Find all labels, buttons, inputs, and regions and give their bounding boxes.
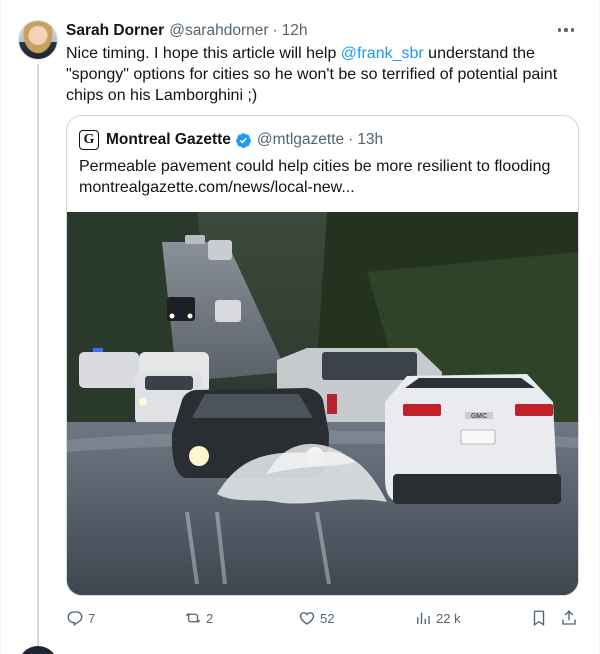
author-handle[interactable]: @sarahdorner	[169, 22, 268, 40]
retweet-icon	[185, 613, 201, 623]
thread-connector-line	[37, 64, 39, 654]
views-count: 22 k	[436, 610, 461, 626]
reply-button[interactable]: 7	[66, 607, 95, 629]
timeline-border-left	[0, 0, 1, 654]
share-button[interactable]	[560, 607, 578, 629]
separator-dot: ·	[272, 22, 278, 39]
tweet-header: Sarah Dorner @sarahdorner · 12h	[66, 20, 308, 42]
quoted-author-handle: @mtlgazette	[256, 131, 345, 148]
separator-dot: ·	[348, 131, 354, 148]
vehicle-badge: GMC	[471, 413, 487, 420]
mention-link[interactable]: @frank_sbr	[341, 45, 424, 62]
reply-count: 7	[88, 610, 96, 626]
tweet-text-before: Nice timing. I hope this article will he…	[66, 45, 341, 62]
like-icon	[299, 612, 315, 625]
share-icon	[562, 610, 576, 625]
like-button[interactable]: 52	[298, 607, 334, 629]
views-button[interactable]: 22 k	[414, 607, 461, 629]
retweet-count: 2	[206, 610, 214, 626]
quoted-tweet-card[interactable]: G Montreal Gazette @mtlgazette · 13h Per…	[66, 115, 579, 596]
flooded-road-photo[interactable]: GMC	[67, 212, 578, 595]
retweet-button[interactable]: 2	[184, 607, 213, 629]
bookmark-icon	[533, 610, 545, 627]
like-count: 52	[320, 610, 335, 626]
quoted-author-name: Montreal Gazette	[106, 131, 231, 148]
views-icon	[417, 612, 430, 624]
bookmark-button[interactable]	[530, 607, 548, 629]
author-name[interactable]: Sarah Dorner	[66, 22, 164, 40]
tweet-text: Nice timing. I hope this article will he…	[66, 43, 571, 106]
tweet-time[interactable]: 12h	[282, 22, 308, 40]
tweet-actions: 7 2 52 22 k	[66, 607, 580, 629]
avatar[interactable]	[18, 20, 58, 60]
next-tweet-avatar[interactable]	[18, 646, 58, 654]
reply-icon	[67, 611, 83, 627]
more-icon[interactable]	[554, 20, 578, 40]
quoted-headline: Permeable pavement could help cities be …	[79, 158, 551, 175]
gazette-logo-icon: G	[79, 130, 99, 150]
quoted-tweet-text: Permeable pavement could help cities be …	[79, 156, 569, 198]
quoted-tweet-time: 13h	[357, 131, 384, 148]
verified-icon	[235, 132, 251, 148]
quoted-tweet-header: G Montreal Gazette @mtlgazette · 13h	[79, 130, 383, 150]
quoted-link[interactable]: montrealgazette.com/news/local-new...	[79, 177, 569, 198]
